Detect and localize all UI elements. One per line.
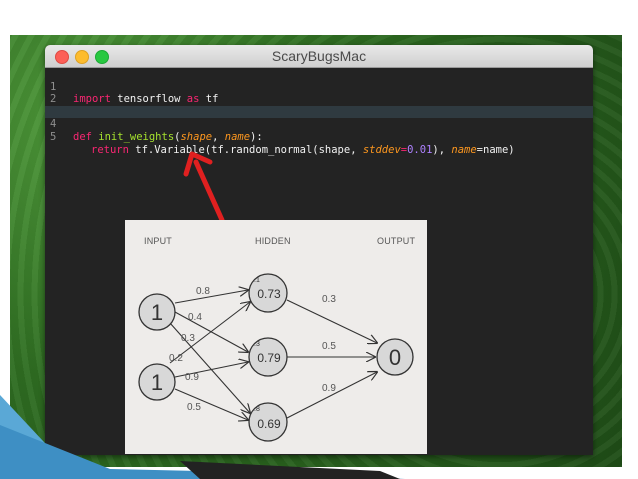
parameter: name [224,130,251,143]
line-code: def init_weights(shape, name): [73,131,263,144]
hidden-layer-label: HIDDEN [255,236,291,246]
input-node-value: 1 [151,300,163,325]
hidden-node-value: 0.73 [257,287,281,301]
hidden-node-value: 0.79 [257,351,281,365]
parameter: stddev [362,143,401,156]
code-text: ), [432,143,452,156]
input-node-value: 1 [151,370,163,395]
hidden-node-bias: .1 [254,277,260,284]
hidden-node-bias: .3 [254,341,260,348]
function-name: init_weights [91,130,175,143]
weight-label: 0.4 [188,312,202,323]
weight-label: 0.8 [196,286,210,297]
code-text: =name) [476,143,515,156]
code-text: tf.Variable(tf.random_normal(shape, [128,143,363,156]
number-literal: 0.01 [407,143,433,156]
weight-label: 0.9 [322,383,336,394]
code-text: ): [250,130,263,143]
output-node-value: 0 [389,345,401,370]
edge [174,290,248,304]
line-code: return tf.Variable(tf.random_normal(shap… [91,144,515,157]
code-line: 5 return tf.Variable(tf.random_normal(sh… [45,118,593,156]
code-line: 2 import input_data [45,81,593,118]
edge [286,299,377,343]
line-number: 5 [50,130,57,143]
code-line-current: 4 def init_weights(shape, name): [45,105,593,143]
window-title: ScaryBugsMac [271,48,367,64]
weight-label: 0.5 [322,341,336,352]
code-line: 1 import tensorflow as tf [45,68,593,106]
keyword: return [91,143,129,156]
code-line: 3 [45,93,593,118]
decorative-ribbon [0,395,405,479]
weight-label: 0.9 [185,372,199,383]
parameter: shape [180,130,213,143]
parameter: name [451,143,477,156]
weight-label: 0.2 [169,353,183,364]
weight-label: 0.3 [322,294,336,305]
code-text: , [212,130,225,143]
title-bar[interactable]: ScaryBugsMac [45,45,593,68]
code-editor[interactable]: 1 import tensorflow as tf 2 import input… [45,68,593,156]
weight-label: 0.3 [181,333,195,344]
red-arrow-icon [183,151,225,223]
input-layer-label: INPUT [144,236,172,246]
output-layer-label: OUTPUT [377,236,416,246]
